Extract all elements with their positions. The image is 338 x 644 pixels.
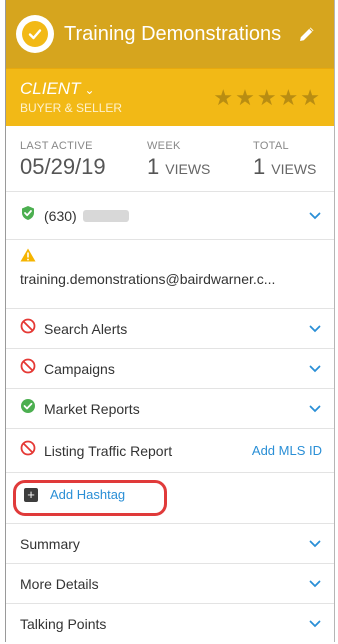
stat-unit: VIEWS [271, 161, 317, 177]
chevron-down-icon[interactable] [308, 322, 322, 336]
right-border [334, 0, 335, 642]
chevron-down-icon[interactable] [308, 577, 322, 591]
stat-unit: VIEWS [165, 161, 211, 177]
section-summary[interactable]: Summary [6, 524, 334, 564]
redacted-phone [82, 209, 129, 222]
stat-label: LAST ACTIVE [20, 140, 93, 152]
section-more-details[interactable]: More Details [6, 564, 334, 604]
phone-number: (630) [44, 207, 77, 224]
check-circle-icon [20, 398, 36, 419]
stat-last-active: LAST ACTIVE 05/29/19 [20, 140, 147, 191]
add-hashtag-button[interactable]: + Add Hashtag [24, 487, 125, 502]
section-campaigns[interactable]: Campaigns [6, 349, 334, 389]
plus-icon: + [24, 487, 38, 502]
section-label: Market Reports [44, 400, 140, 417]
stat-label: TOTAL [253, 140, 289, 152]
section-label: Listing Traffic Report [44, 442, 173, 459]
phone-row[interactable]: (630) [6, 192, 334, 240]
stat-value: 1 [147, 154, 160, 179]
add-mls-id-link[interactable]: Add MLS ID [252, 443, 322, 458]
pencil-icon[interactable] [296, 23, 318, 45]
section-label: Summary [20, 535, 80, 552]
rating-stars[interactable]: ★★★★★ [213, 85, 322, 111]
contact-name: Training Demonstrations [64, 22, 282, 45]
check-circle-icon [20, 205, 36, 226]
chevron-down-icon[interactable] [308, 617, 322, 631]
email-row[interactable]: training.demonstrations@bairdwarner.c... [6, 240, 334, 309]
section-label: More Details [20, 575, 99, 592]
chevron-down-icon: ⌄ [84, 83, 95, 97]
section-label: Search Alerts [44, 320, 128, 337]
email-address: training.demonstrations@bairdwarner.c... [20, 271, 276, 287]
contact-panel: Training Demonstrations CLIENT ⌄ BUYER & … [6, 0, 334, 642]
client-type-selector[interactable]: CLIENT ⌄ BUYER & SELLER [20, 79, 123, 116]
stat-total: TOTAL 1 VIEWS [253, 140, 316, 191]
stat-value: 1 [253, 154, 266, 179]
stat-week: WEEK 1 VIEWS [147, 140, 253, 191]
section-market-reports[interactable]: Market Reports [6, 389, 334, 429]
section-search-alerts[interactable]: Search Alerts [6, 309, 334, 349]
warning-icon [20, 248, 36, 266]
section-talking-points[interactable]: Talking Points [6, 604, 334, 644]
chevron-down-icon[interactable] [308, 362, 322, 376]
check-shield-icon [16, 15, 54, 53]
client-type-label: CLIENT [20, 79, 81, 98]
chevron-down-icon[interactable] [308, 402, 322, 416]
section-listing-traffic-report[interactable]: Listing Traffic Report Add MLS ID [6, 429, 334, 473]
prohibited-icon [20, 440, 36, 461]
chevron-down-icon[interactable] [308, 209, 322, 223]
contact-header: Training Demonstrations [6, 0, 334, 68]
contact-card-frame: Training Demonstrations CLIENT ⌄ BUYER & … [0, 0, 338, 642]
client-type-bar: CLIENT ⌄ BUYER & SELLER ★★★★★ [6, 68, 334, 126]
section-label: Talking Points [20, 616, 107, 632]
client-subtype: BUYER & SELLER [20, 101, 123, 115]
prohibited-icon [20, 318, 36, 339]
chevron-down-icon[interactable] [308, 537, 322, 551]
add-hashtag-label: Add Hashtag [50, 487, 126, 502]
prohibited-icon [20, 358, 36, 379]
activity-stats: LAST ACTIVE 05/29/19 WEEK 1 VIEWS TOTAL 1… [6, 126, 334, 192]
stat-value: 05/29/19 [20, 154, 106, 179]
section-label: Campaigns [44, 360, 115, 377]
hashtag-row: + Add Hashtag [6, 473, 334, 524]
stat-label: WEEK [147, 140, 181, 152]
